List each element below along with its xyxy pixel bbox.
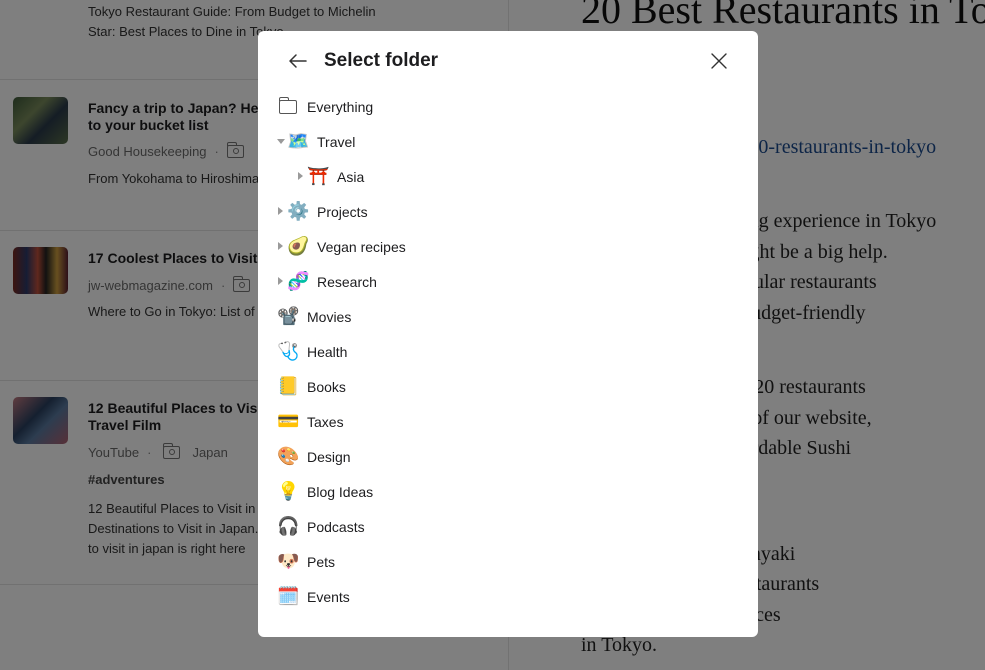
dialog-title: Select folder — [324, 50, 439, 71]
folder-label: Vegan recipes — [317, 239, 406, 255]
folder-label: Events — [307, 589, 350, 605]
light-bulb-icon: 💡 — [277, 481, 300, 501]
folder-item-research[interactable]: 🧬 Research — [258, 264, 758, 299]
folder-item-travel[interactable]: 🗺️ Travel — [258, 124, 758, 159]
folder-item-blog-ideas[interactable]: 💡 Blog Ideas — [258, 474, 758, 509]
close-icon — [711, 53, 727, 69]
folder-label: Design — [307, 449, 351, 465]
world-map-icon: 🗺️ — [287, 131, 310, 151]
artist-palette-icon: 🎨 — [277, 446, 300, 466]
calendar-icon: 🗓️ — [277, 586, 300, 606]
select-folder-dialog: Select folder Everything 🗺️ Travel ⛩️ Asia ⚙️… — [258, 31, 758, 637]
caret-right-icon[interactable] — [278, 207, 283, 215]
film-projector-icon: 📽️ — [277, 306, 300, 326]
folder-label: Projects — [317, 204, 368, 220]
avocado-icon: 🥑 — [287, 236, 310, 256]
caret-right-icon[interactable] — [298, 172, 303, 180]
folder-label: Pets — [307, 554, 336, 570]
folder-label: Research — [317, 274, 377, 290]
folder-item-vegan-recipes[interactable]: 🥑 Vegan recipes — [258, 229, 758, 264]
folder-label: Books — [307, 379, 346, 395]
caret-right-icon[interactable] — [278, 242, 283, 250]
folder-item-podcasts[interactable]: 🎧 Podcasts — [258, 509, 758, 544]
folder-item-events[interactable]: 🗓️ Events — [258, 579, 758, 614]
folder-item-taxes[interactable]: 💳 Taxes — [258, 404, 758, 439]
headphones-icon: 🎧 — [277, 516, 300, 536]
folder-label: Movies — [307, 309, 352, 325]
caret-right-icon[interactable] — [278, 277, 283, 285]
folder-label: Blog Ideas — [307, 484, 374, 500]
arrow-left-icon — [289, 54, 307, 68]
folder-item-asia[interactable]: ⛩️ Asia — [258, 159, 758, 194]
close-button[interactable] — [708, 50, 730, 72]
folder-item-movies[interactable]: 📽️ Movies — [258, 299, 758, 334]
stethoscope-icon: 🩺 — [277, 341, 300, 361]
folder-icon — [279, 97, 297, 114]
folder-label: Podcasts — [307, 519, 365, 535]
folder-item-pets[interactable]: 🐶 Pets — [258, 544, 758, 579]
back-button[interactable] — [286, 49, 310, 73]
dog-face-icon: 🐶 — [277, 551, 300, 571]
folder-item-health[interactable]: 🩺 Health — [258, 334, 758, 369]
folder-item-design[interactable]: 🎨 Design — [258, 439, 758, 474]
folder-label: Travel — [317, 134, 356, 150]
folder-label: Asia — [337, 169, 365, 185]
folder-item-everything[interactable]: Everything — [258, 89, 758, 124]
folder-item-projects[interactable]: ⚙️ Projects — [258, 194, 758, 229]
caret-down-icon[interactable] — [277, 139, 285, 144]
folder-label: Health — [307, 344, 348, 360]
folder-item-books[interactable]: 📒 Books — [258, 369, 758, 404]
gear-icon: ⚙️ — [287, 201, 310, 221]
folder-label: Taxes — [307, 414, 344, 430]
folder-label: Everything — [307, 99, 374, 115]
dna-icon: 🧬 — [287, 271, 310, 291]
torii-gate-icon: ⛩️ — [307, 166, 330, 186]
notebook-icon: 📒 — [277, 376, 300, 396]
credit-card-icon: 💳 — [277, 411, 300, 431]
